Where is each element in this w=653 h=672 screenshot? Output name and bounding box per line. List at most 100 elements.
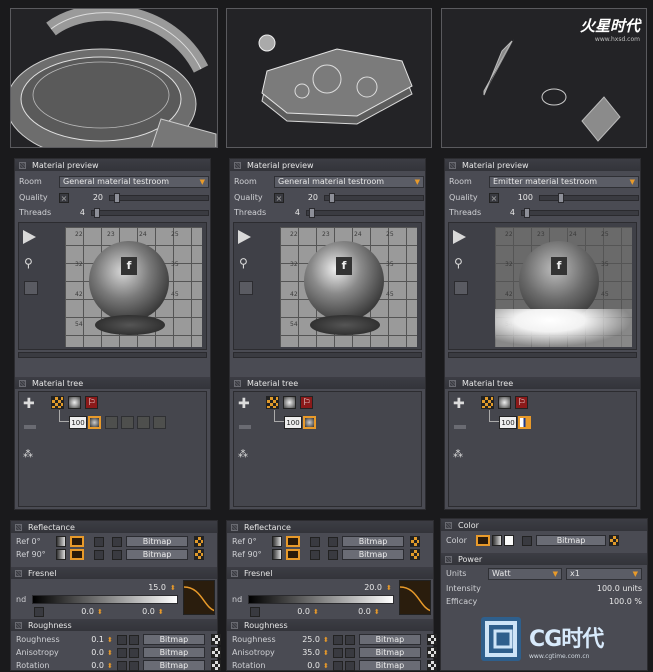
shuffle-nodes-icon[interactable]: ⁂ [23, 449, 33, 460]
bitmap-toggle[interactable] [332, 634, 343, 645]
play-render-icon[interactable] [23, 230, 36, 244]
collapse-grip-icon[interactable] [19, 161, 26, 169]
quality-checkbox[interactable]: × [59, 192, 69, 203]
units-dropdown[interactable]: Watt ▼ [488, 567, 562, 580]
zoom-icon[interactable]: ⚲ [24, 257, 37, 270]
bitmap-toggle[interactable] [310, 549, 320, 560]
ref0-color-swatch[interactable] [286, 536, 300, 547]
room-dropdown[interactable]: Emitter material testroom ▼ [489, 175, 639, 188]
bitmap-toggle[interactable] [128, 634, 139, 645]
bitmap-toggle[interactable] [128, 647, 139, 658]
spinner-arrows-icon[interactable]: ⬍ [158, 608, 164, 616]
quality-value[interactable]: 100 [499, 193, 533, 202]
slider-knob[interactable] [94, 207, 100, 218]
quality-checkbox[interactable]: × [274, 192, 284, 203]
bitmap-toggle[interactable] [310, 536, 320, 547]
ref0-swatch[interactable] [272, 536, 282, 547]
collapse-grip-icon[interactable] [231, 523, 238, 531]
bitmap-toggle[interactable] [112, 549, 122, 560]
roughness-row-value[interactable]: 0.0 [66, 648, 104, 657]
weight-node[interactable]: 100 [284, 416, 302, 429]
spinner-arrows-icon[interactable]: ⬍ [323, 649, 329, 657]
texture-slot-icon[interactable] [210, 634, 221, 645]
bitmap-button[interactable]: Bitmap [358, 647, 421, 658]
fresnel-section-header[interactable]: Fresnel [11, 567, 217, 579]
spinner-arrows-icon[interactable]: ⬍ [107, 649, 113, 657]
bitmap-toggle[interactable] [332, 660, 343, 671]
texture-slot-icon[interactable] [210, 660, 221, 671]
empty-slot-node[interactable] [137, 416, 150, 429]
material-layer-node[interactable] [51, 396, 64, 409]
ref0-color-swatch[interactable] [70, 536, 84, 547]
bitmap-button[interactable]: Bitmap [126, 549, 188, 560]
bitmap-button[interactable]: Bitmap [536, 535, 606, 546]
bitmap-button[interactable]: Bitmap [126, 536, 188, 547]
texture-slot-icon[interactable] [210, 647, 221, 658]
material-tree-header[interactable]: Material tree [230, 377, 425, 389]
spinner-arrows-icon[interactable]: ⬍ [386, 584, 392, 592]
quality-checkbox[interactable]: × [489, 192, 499, 203]
region-toggle-icon[interactable] [454, 281, 468, 295]
play-render-icon[interactable] [453, 230, 466, 244]
slider-knob[interactable] [558, 192, 564, 203]
shuffle-nodes-icon[interactable]: ⁂ [238, 449, 248, 460]
bitmap-toggle[interactable] [344, 634, 355, 645]
empty-slot-node[interactable] [153, 416, 166, 429]
spinner-arrows-icon[interactable]: ⬍ [374, 608, 380, 616]
roughness-section-header[interactable]: Roughness [227, 619, 433, 631]
sphere-node[interactable] [68, 396, 81, 409]
roughness-row-value[interactable]: 0.0 [282, 661, 320, 670]
roughness-row-value[interactable]: 0.1 [66, 635, 104, 644]
bitmap-toggle[interactable] [328, 536, 338, 547]
fresnel-high-value[interactable]: 0.0 [319, 607, 371, 616]
roughness-row-value[interactable]: 0.0 [66, 661, 104, 670]
empty-slot-node[interactable] [105, 416, 118, 429]
collapse-grip-icon[interactable] [445, 555, 452, 563]
add-node-icon[interactable]: ✚ [238, 397, 250, 411]
slider-knob[interactable] [114, 192, 120, 203]
viewport-emitter-planes[interactable]: 火星时代 www.hxsd.com [441, 8, 647, 148]
spinner-arrows-icon[interactable]: ⬍ [323, 662, 329, 670]
bitmap-toggle[interactable] [94, 536, 104, 547]
bitmap-button[interactable]: Bitmap [142, 660, 205, 671]
sphere-node[interactable] [498, 396, 511, 409]
ref90-swatch[interactable] [272, 549, 282, 560]
bitmap-button[interactable]: Bitmap [358, 634, 421, 645]
roughness-row-value[interactable]: 25.0 [282, 635, 320, 644]
nd-gradient-bar[interactable] [248, 595, 394, 604]
reflectance-section-header[interactable]: Reflectance [227, 521, 433, 533]
intensity-value[interactable]: 100.0 units [597, 584, 642, 593]
play-render-icon[interactable] [238, 230, 251, 244]
fresnel-low-value[interactable]: 0.0 [260, 607, 310, 616]
slider-knob[interactable] [524, 207, 530, 218]
bitmap-toggle[interactable] [94, 549, 104, 560]
emitter-figure-node[interactable]: ⚐ [85, 396, 98, 409]
collapse-grip-icon[interactable] [234, 379, 241, 387]
empty-slot-node[interactable] [121, 416, 134, 429]
ref90-color-swatch[interactable] [286, 549, 300, 560]
collapse-grip-icon[interactable] [15, 621, 22, 629]
roughness-section-header[interactable]: Roughness [11, 619, 217, 631]
color-swatch-orange[interactable] [476, 535, 490, 546]
texture-slot-icon[interactable] [410, 536, 420, 547]
slider-knob[interactable] [329, 192, 335, 203]
material-render-view[interactable]: 22232425323334354243444554 f [280, 227, 417, 347]
fresnel-section-header[interactable]: Fresnel [227, 567, 433, 579]
viewport-watch-case[interactable] [10, 8, 218, 148]
preview-scrollbar[interactable] [18, 352, 207, 358]
spinner-arrows-icon[interactable]: ⬍ [170, 584, 176, 592]
material-preview-header[interactable]: Material preview [15, 159, 210, 171]
texture-slot-icon[interactable] [194, 549, 204, 560]
threads-value[interactable]: 4 [489, 208, 515, 217]
material-render-view[interactable]: 22232425323334354243444554 f [65, 227, 202, 347]
selected-material-node[interactable] [518, 416, 531, 429]
material-tree-header[interactable]: Material tree [445, 377, 640, 389]
add-node-icon[interactable]: ✚ [453, 397, 465, 411]
threads-value[interactable]: 4 [274, 208, 300, 217]
bitmap-button[interactable]: Bitmap [142, 647, 205, 658]
fresnel-high-value[interactable]: 0.0 [103, 607, 155, 616]
spinner-arrows-icon[interactable]: ⬍ [107, 662, 113, 670]
collapse-grip-icon[interactable] [15, 523, 22, 531]
bitmap-toggle[interactable] [116, 634, 127, 645]
zoom-icon[interactable]: ⚲ [239, 257, 252, 270]
